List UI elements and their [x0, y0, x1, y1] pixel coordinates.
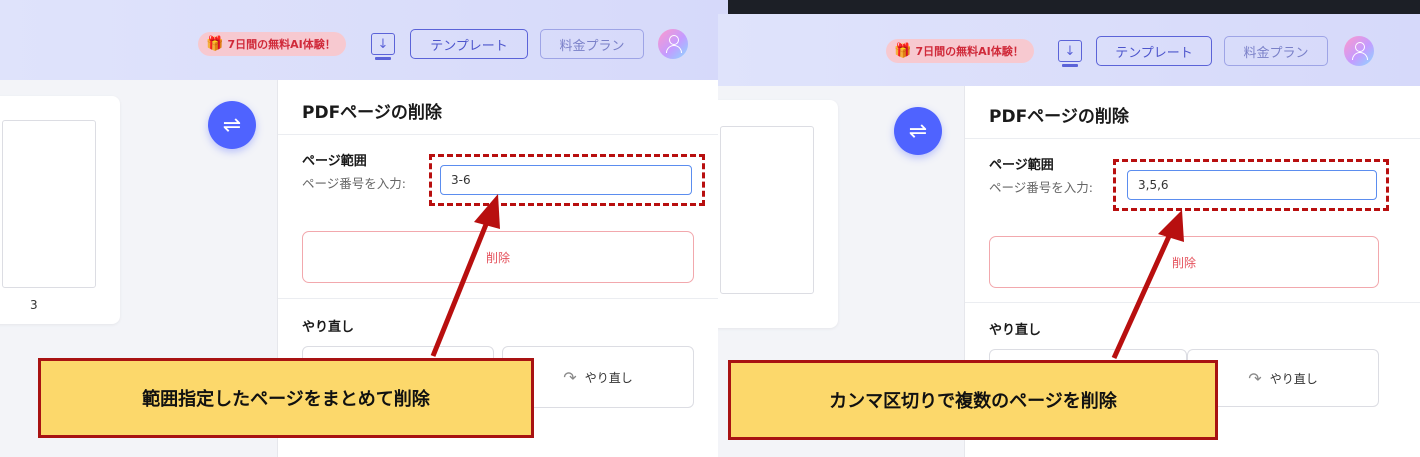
divider	[965, 302, 1420, 303]
free-trial-badge[interactable]: 🎁 7日間の無料AI体験！	[886, 39, 1034, 63]
page-number-input-label: ページ番号を入力:	[989, 180, 1093, 195]
download-icon[interactable]: ↓	[1058, 40, 1082, 67]
comma-delete-callout: カンマ区切りで複数のページを削除	[728, 360, 1218, 440]
user-avatar[interactable]	[1344, 36, 1374, 66]
app-header: 🎁 7日間の無料AI体験！ ↓ テンプレート 料金プラン	[0, 0, 728, 80]
right-example-panel: 🎁 7日間の無料AI体験！ ↓ テンプレート 料金プラン ⇌ PDFページの削除…	[718, 14, 1420, 457]
delete-button[interactable]: 削除	[302, 231, 694, 283]
free-trial-label: 7日間の無料AI体験！	[227, 38, 336, 51]
gift-icon: 🎁	[894, 43, 912, 59]
page-thumbnail-card[interactable]: 3	[0, 96, 120, 324]
page-thumbnail	[2, 120, 96, 288]
page-thumbnail	[720, 126, 814, 294]
range-delete-callout: 範囲指定したページをまとめて削除	[38, 358, 534, 438]
swap-icon[interactable]: ⇌	[894, 107, 942, 155]
input-highlight-box	[1113, 159, 1389, 211]
page-number-input-label: ページ番号を入力:	[302, 176, 406, 191]
redo-icon: ↷	[563, 367, 577, 387]
page-thumbnail-card[interactable]	[718, 100, 838, 328]
app-header: 🎁 7日間の無料AI体験！ ↓ テンプレート 料金プラン	[718, 14, 1420, 86]
divider	[278, 298, 728, 299]
template-button[interactable]: テンプレート	[1096, 36, 1212, 66]
redo-section-label: やり直し	[989, 323, 1042, 338]
free-trial-label: 7日間の無料AI体験！	[915, 45, 1024, 58]
redo-icon: ↷	[1248, 368, 1262, 388]
page-range-label: ページ範囲	[302, 154, 367, 169]
panel-title: PDFページの削除	[302, 103, 442, 123]
pricing-plan-button[interactable]: 料金プラン	[1224, 36, 1328, 66]
template-button[interactable]: テンプレート	[410, 29, 528, 59]
divider	[278, 134, 728, 135]
user-avatar[interactable]	[658, 29, 688, 59]
redo-label: やり直し	[584, 370, 633, 385]
redo-section-label: やり直し	[302, 320, 355, 335]
free-trial-badge[interactable]: 🎁 7日間の無料AI体験！	[198, 32, 346, 56]
gift-icon: 🎁	[206, 36, 224, 52]
page-number: 3	[30, 298, 38, 312]
divider	[965, 138, 1420, 139]
left-example-panel: 🎁 7日間の無料AI体験！ ↓ テンプレート 料金プラン 3 ⇌ PDFページの…	[0, 0, 728, 457]
page-range-label: ページ範囲	[989, 158, 1054, 173]
download-icon[interactable]: ↓	[371, 33, 395, 60]
redo-label: やり直し	[1269, 371, 1318, 386]
swap-icon[interactable]: ⇌	[208, 101, 256, 149]
delete-button[interactable]: 削除	[989, 236, 1379, 288]
pricing-plan-button[interactable]: 料金プラン	[540, 29, 644, 59]
panel-title: PDFページの削除	[989, 107, 1129, 127]
input-highlight-box	[429, 154, 705, 206]
